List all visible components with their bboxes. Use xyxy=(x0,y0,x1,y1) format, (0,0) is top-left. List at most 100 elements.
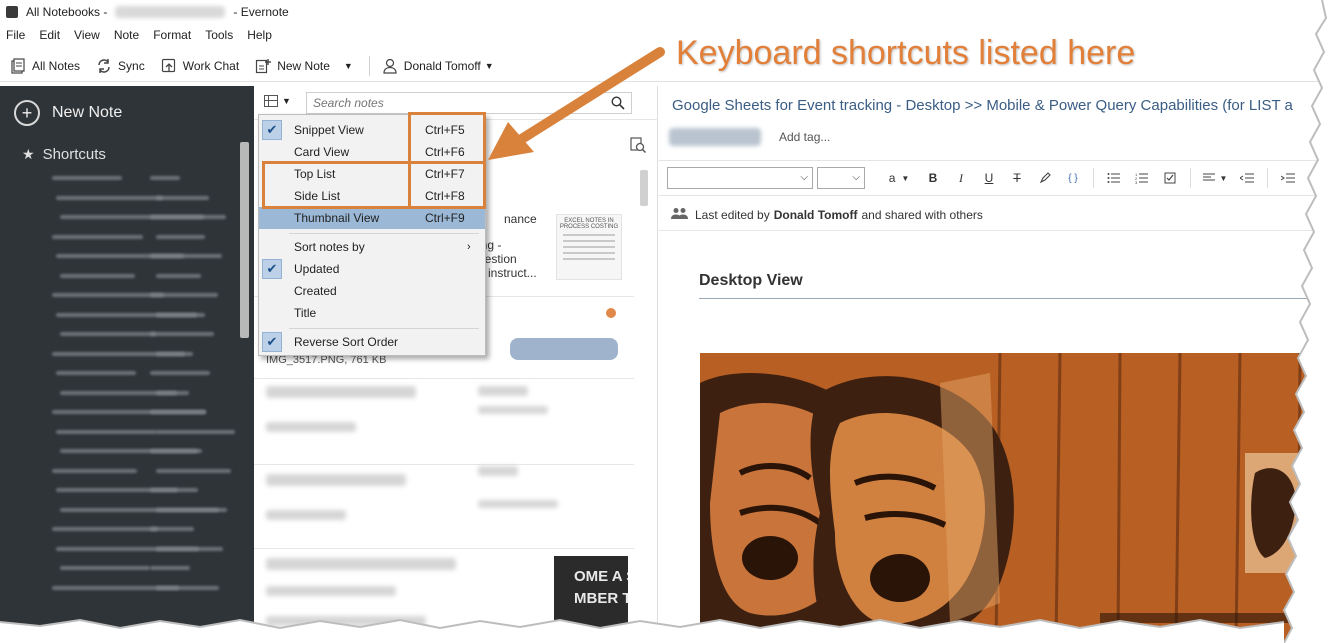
new-note-toolbar-label: New Note xyxy=(277,58,330,73)
view-options-caret-icon: ▼ xyxy=(282,96,291,106)
menu-item-sort-updated[interactable]: ✔ Updated xyxy=(259,258,485,280)
note-content-heading: Desktop View xyxy=(699,272,803,289)
menu-view[interactable]: View xyxy=(74,28,100,42)
new-note-toolbar-button[interactable]: New Note ▼ xyxy=(255,58,353,74)
sidebar-scrollbar[interactable] xyxy=(240,142,249,338)
avatar xyxy=(606,308,616,318)
blurred-note-text xyxy=(478,466,518,476)
new-note-icon xyxy=(255,58,272,74)
font-color-button[interactable]: a ▼ xyxy=(879,166,919,190)
work-chat-button[interactable]: Work Chat xyxy=(161,58,239,74)
user-icon xyxy=(382,58,398,74)
font-family-select[interactable]: ⌵ xyxy=(667,167,813,189)
chevron-down-icon: ⌵ xyxy=(800,172,808,183)
menu-format[interactable]: Format xyxy=(153,28,191,42)
align-button[interactable]: ▼ xyxy=(1197,166,1233,190)
format-toolbar: ⌵ ⌵ a ▼ B I U T { } 123 ▼ xyxy=(659,160,1339,196)
chat-screenshot-thumbnail[interactable] xyxy=(506,322,622,366)
checkbox-icon[interactable] xyxy=(1156,166,1184,190)
search-scope-icon[interactable] xyxy=(629,136,647,157)
menu-note[interactable]: Note xyxy=(114,28,139,42)
check-icon: ✔ xyxy=(262,332,282,352)
blurred-note-title xyxy=(266,474,406,486)
thumbnail-title: EXCEL NOTES IN PROCESS COSTING xyxy=(559,218,619,230)
menu-tools[interactable]: Tools xyxy=(205,28,233,42)
blurred-notebook-row xyxy=(150,527,194,531)
edited-by-name: Donald Tomoff xyxy=(773,207,858,222)
strikethrough-button[interactable]: T xyxy=(1003,166,1031,190)
menu-item-sort-created[interactable]: Created xyxy=(259,280,485,302)
list-divider xyxy=(254,378,634,379)
underline-button[interactable]: U xyxy=(975,166,1003,190)
bold-button[interactable]: B xyxy=(919,166,947,190)
numbered-list-icon[interactable]: 123 xyxy=(1128,166,1156,190)
menu-edit[interactable]: Edit xyxy=(39,28,60,42)
account-button[interactable]: Donald Tomoff ▼ xyxy=(382,58,494,74)
blurred-notebook-row xyxy=(60,332,156,336)
search-box xyxy=(306,92,632,114)
blurred-notebook-tag[interactable] xyxy=(669,128,761,146)
blurred-note-text xyxy=(478,500,558,508)
sidebar-item-shortcuts[interactable]: ★ Shortcuts xyxy=(22,146,106,163)
note-snippet-title[interactable]: nance xyxy=(504,212,537,226)
blurred-notebook-row xyxy=(156,351,193,356)
work-chat-icon xyxy=(161,58,177,74)
note-list-scrollbar[interactable] xyxy=(640,170,648,206)
format-separator xyxy=(1267,168,1268,188)
view-grid-icon xyxy=(264,95,278,107)
sync-button[interactable]: Sync xyxy=(96,58,145,74)
italic-button[interactable]: I xyxy=(947,166,975,190)
blurred-notebook-row xyxy=(60,273,135,278)
outdent-icon[interactable] xyxy=(1233,166,1261,190)
note-thumbnail[interactable]: EXCEL NOTES IN PROCESS COSTING xyxy=(556,214,622,280)
chevron-down-icon: ⌵ xyxy=(852,172,860,183)
add-tag-field[interactable]: Add tag... xyxy=(779,130,830,144)
blurred-notebook-row xyxy=(156,273,201,278)
menu-item-reverse-sort[interactable]: ✔ Reverse Sort Order xyxy=(259,331,485,353)
window-title-left: All Notebooks - xyxy=(26,5,108,19)
blurred-notebook-row xyxy=(156,468,231,473)
account-caret-icon: ▼ xyxy=(484,60,494,71)
font-size-select[interactable]: ⌵ xyxy=(817,167,865,189)
shortcut-highlight-box xyxy=(408,161,486,209)
menu-item-sort-title[interactable]: Title xyxy=(259,302,485,324)
heading-rule xyxy=(699,298,1339,299)
editor-divider xyxy=(659,230,1339,231)
blurred-notebook-name xyxy=(115,6,226,18)
code-block-icon[interactable]: { } xyxy=(1059,166,1087,190)
menu-item-thumbnail-view[interactable]: Thumbnail View Ctrl+F9 xyxy=(259,207,485,229)
menu-file[interactable]: File xyxy=(6,28,25,42)
check-icon: ✔ xyxy=(262,259,282,279)
blurred-notebook-row xyxy=(150,410,206,414)
blurred-notebook-row xyxy=(150,293,218,297)
blurred-notebook-row xyxy=(52,527,158,531)
search-icon[interactable] xyxy=(611,96,625,113)
sidebar-shortcuts-label: Shortcuts xyxy=(42,146,106,163)
blurred-note-text xyxy=(478,386,528,396)
format-separator xyxy=(1190,168,1191,188)
format-separator xyxy=(1093,168,1094,188)
window-title-right: - Evernote xyxy=(233,5,289,19)
blurred-notebook-row xyxy=(56,371,136,375)
menu-bar: File Edit View Note Format Tools Help xyxy=(0,24,1339,46)
blurred-notebook-row xyxy=(60,566,150,570)
menu-item-sort-notes-by[interactable]: Sort notes by › xyxy=(259,236,485,258)
annotation-callout: Keyboard shortcuts listed here xyxy=(676,34,1136,72)
sidebar-new-note-label: New Note xyxy=(52,104,123,121)
new-note-dropdown-caret-icon[interactable]: ▼ xyxy=(344,61,353,71)
blurred-notebook-row xyxy=(56,195,163,200)
all-notes-button[interactable]: All Notes xyxy=(10,57,80,74)
note-title[interactable]: Google Sheets for Event tracking - Deskt… xyxy=(672,97,1293,114)
blurred-notebook-row xyxy=(52,293,164,297)
blurred-notebook-row xyxy=(150,215,226,219)
indent-icon[interactable] xyxy=(1274,166,1302,190)
sidebar-new-note-button[interactable]: + New Note xyxy=(14,100,122,126)
dark-note-thumbnail[interactable]: OME A SEA MBER TODA xyxy=(554,556,628,643)
highlighter-icon[interactable] xyxy=(1031,166,1059,190)
search-input[interactable] xyxy=(313,96,593,110)
view-options-button[interactable]: ▼ xyxy=(264,95,291,107)
blurred-notebook-row xyxy=(156,195,209,200)
menu-help[interactable]: Help xyxy=(247,28,272,42)
bullet-list-icon[interactable] xyxy=(1100,166,1128,190)
blurred-note-title xyxy=(266,386,416,398)
